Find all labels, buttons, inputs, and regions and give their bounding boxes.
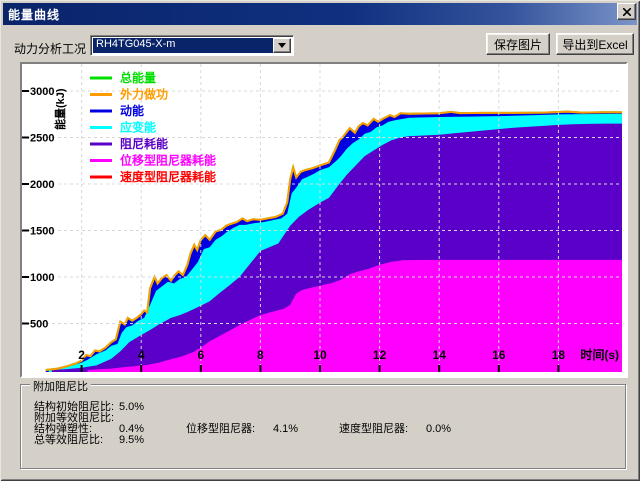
close-icon <box>623 8 631 16</box>
analysis-case-combobox[interactable]: RH4TG045-X-m <box>90 35 294 56</box>
legend-label: 速度型阻尼器耗能 <box>120 169 216 184</box>
x-tick-label: 14 <box>433 348 447 362</box>
groupbox-title: 附加阻尼比 <box>30 378 91 394</box>
x-tick-label: 16 <box>492 348 506 362</box>
x-tick-label: 8 <box>257 348 264 362</box>
disp-damper-value: 4.1% <box>273 424 298 435</box>
legend-label: 总能量 <box>120 70 156 85</box>
x-tick-label: 18 <box>552 348 566 362</box>
combobox-dropdown-button[interactable] <box>273 38 291 53</box>
save-image-button[interactable]: 保存图片 <box>486 33 550 55</box>
initial-damping-value: 5.0% <box>119 402 144 413</box>
y-tick-label: 1000 <box>30 272 54 284</box>
velocity-damper-value: 0.0% <box>426 424 451 435</box>
window-title: 能量曲线 <box>3 6 60 23</box>
x-axis-title: 时间(s) <box>580 347 619 362</box>
y-axis-title: 能量(kJ) <box>53 88 67 130</box>
energy-chart-frame: 2 4 6 8 10 12 14 16 18 500 1000 1500 2000 2500 3000 时间(… <box>20 62 628 378</box>
y-tick-label: 2500 <box>30 133 54 145</box>
legend-label: 应变能 <box>120 120 156 135</box>
velocity-damper-label: 速度型阻尼器: <box>339 424 408 435</box>
chevron-down-icon <box>278 43 286 48</box>
energy-chart: 2 4 6 8 10 12 14 16 18 500 1000 1500 2000 2500 3000 时间(… <box>22 64 622 372</box>
y-tick-label: 1500 <box>30 226 54 238</box>
titlebar: 能量曲线 <box>3 3 637 25</box>
x-tick-label: 12 <box>373 348 387 362</box>
energy-curve-window: 能量曲线 动力分析工况 RH4TG045-X-m 保存图片 导出到Excel 2… <box>0 0 640 481</box>
legend-label: 动能 <box>120 103 144 118</box>
additional-damping-groupbox: 附加阻尼比 结构初始阻尼比: 5.0% 附加等效阻尼比: 结构弹塑性: 0.4%… <box>20 384 626 469</box>
legend-label: 外力做功 <box>120 87 168 102</box>
close-button[interactable] <box>617 3 636 20</box>
x-tick-label: 6 <box>197 348 204 362</box>
y-tick-label: 500 <box>30 319 48 331</box>
x-tick-label: 10 <box>313 348 327 362</box>
analysis-case-label: 动力分析工况 <box>14 40 86 57</box>
disp-damper-label: 位移型阻尼器: <box>186 424 255 435</box>
total-equiv-damping-label: 总等效阻尼比: <box>34 435 103 446</box>
analysis-case-selected-value: RH4TG045-X-m <box>93 38 275 53</box>
total-equiv-damping-value: 9.5% <box>119 435 144 446</box>
y-tick-label: 3000 <box>30 86 54 98</box>
legend-label: 位移型阻尼器耗能 <box>120 153 216 168</box>
x-tick-label: 2 <box>78 348 85 362</box>
export-excel-button[interactable]: 导出到Excel <box>556 33 634 55</box>
y-tick-label: 2000 <box>30 179 54 191</box>
legend-label: 阻尼耗能 <box>120 136 168 151</box>
x-tick-label: 4 <box>138 348 145 362</box>
